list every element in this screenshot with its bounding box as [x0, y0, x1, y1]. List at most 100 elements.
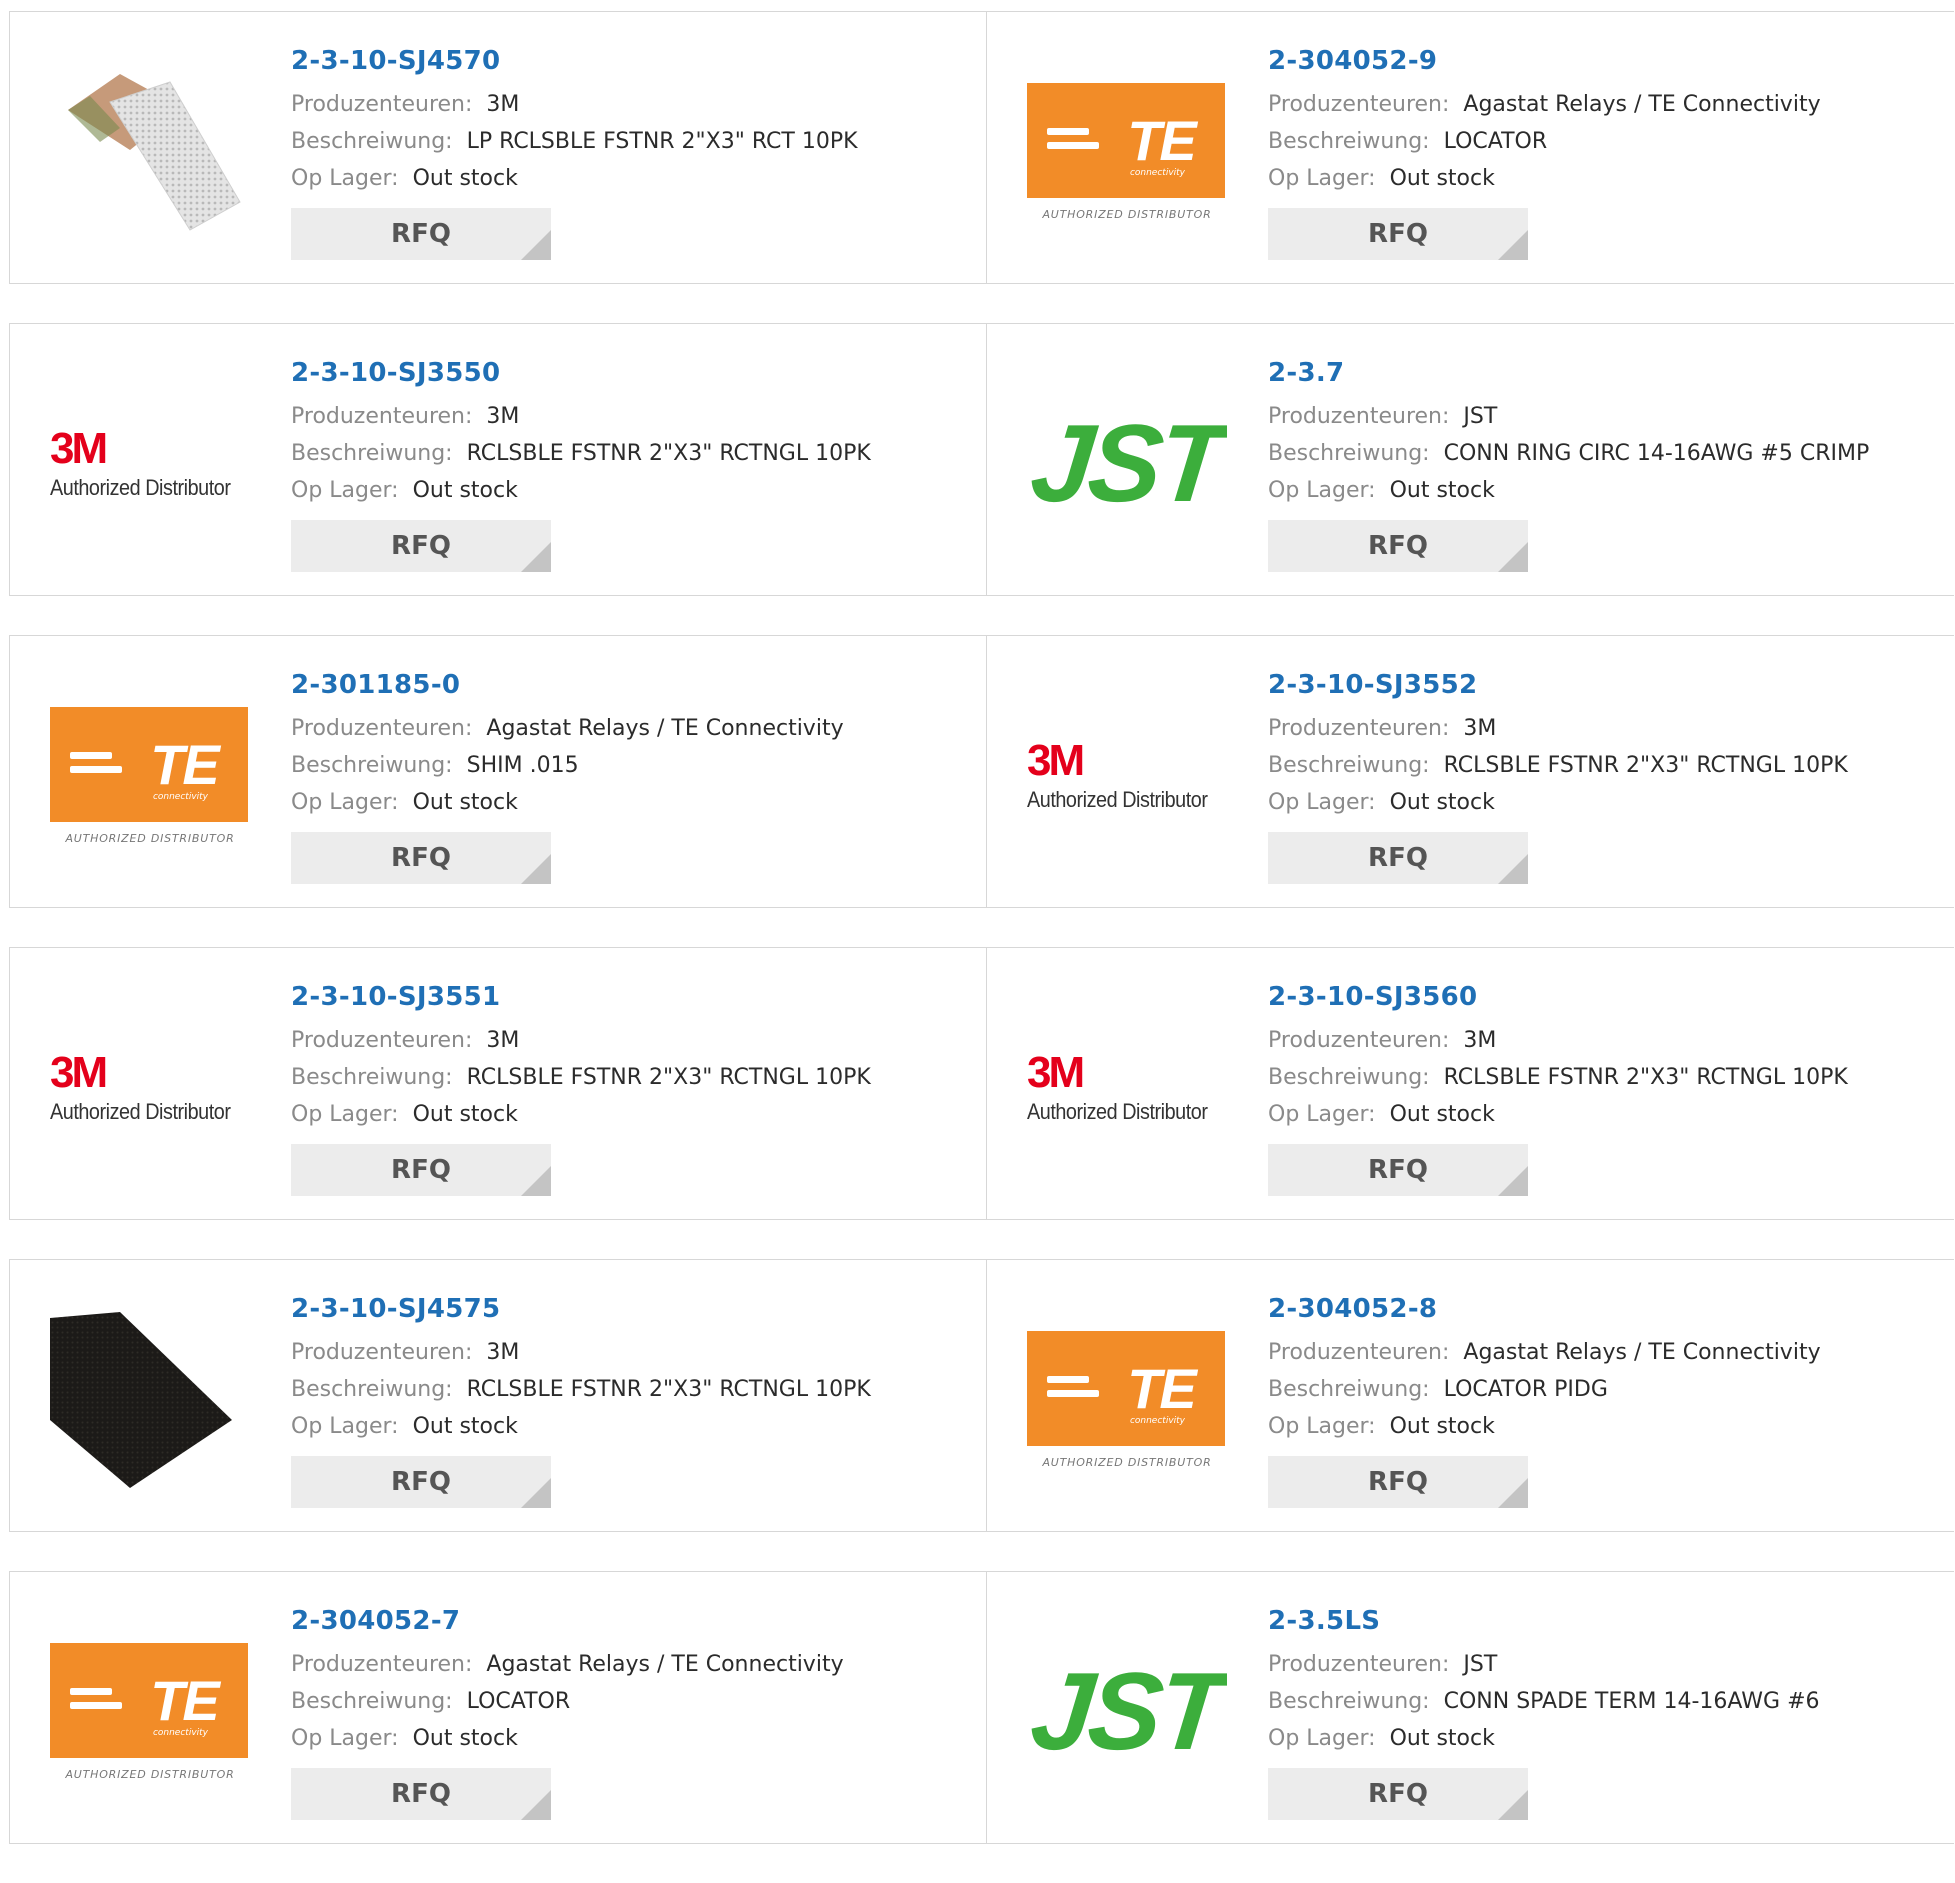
manufacturer-value: JST — [1463, 1652, 1498, 1677]
part-number-link[interactable]: 2-304052-7 — [291, 1604, 976, 1638]
rfq-button[interactable]: RFQ — [291, 520, 551, 572]
description-line: Beschreiwung: RCLSBLE FSTNR 2"X3" RCTNGL … — [291, 435, 976, 472]
rfq-corner-decoration — [521, 230, 551, 260]
description-label: Beschreiwung: — [291, 129, 453, 154]
product-info: 2-3-10-SJ3552 Produzenteuren: 3M Beschrei… — [1268, 668, 1944, 884]
description-label: Beschreiwung: — [1268, 441, 1430, 466]
manufacturer-line: Produzenteuren: Agastat Relays / TE Conne… — [1268, 1334, 1944, 1371]
stock-label: Op Lager: — [291, 1414, 399, 1439]
rfq-button[interactable]: RFQ — [1268, 1456, 1528, 1508]
description-label: Beschreiwung: — [291, 441, 453, 466]
description-value: CONN SPADE TERM 14-16AWG #6 — [1443, 1689, 1820, 1714]
te-logo-bars — [70, 752, 122, 780]
part-number-link[interactable]: 2-3.7 — [1268, 356, 1944, 390]
part-number-link[interactable]: 2-304052-9 — [1268, 44, 1944, 78]
part-number-link[interactable]: 2-301185-0 — [291, 668, 976, 702]
part-number-link[interactable]: 2-304052-8 — [1268, 1292, 1944, 1326]
te-logo-bars — [1047, 128, 1099, 156]
rfq-button[interactable]: RFQ — [291, 1144, 551, 1196]
part-number-link[interactable]: 2-3-10-SJ4575 — [291, 1292, 976, 1326]
product-row: 2-3-10-SJ4570 Produzenteuren: 3M Beschrei… — [9, 11, 1955, 284]
stock-value: Out stock — [412, 1102, 518, 1127]
rfq-label: RFQ — [391, 1779, 451, 1809]
product-card: JST 2-3.5LS Produzenteuren: JST Beschreiw… — [986, 1571, 1954, 1844]
product-card: 3M Authorized Distributor 2-3-10-SJ3552 … — [986, 635, 1954, 908]
rfq-button[interactable]: RFQ — [291, 1768, 551, 1820]
rfq-button[interactable]: RFQ — [1268, 208, 1528, 260]
product-image[interactable]: 3M Authorized Distributor — [1027, 998, 1227, 1178]
rfq-label: RFQ — [1368, 843, 1428, 873]
stock-label: Op Lager: — [291, 166, 399, 191]
part-number-link[interactable]: 2-3-10-SJ3551 — [291, 980, 976, 1014]
product-card: TE connectivity AUTHORIZED DISTRIBUTOR 2… — [9, 635, 987, 908]
manufacturer-label: Produzenteuren: — [291, 92, 473, 117]
product-info: 2-3-10-SJ3560 Produzenteuren: 3M Beschrei… — [1268, 980, 1944, 1196]
rfq-label: RFQ — [391, 1467, 451, 1497]
jst-logo: JST — [1027, 1650, 1227, 1773]
te-logo-box: TE connectivity — [1027, 83, 1225, 198]
description-line: Beschreiwung: RCLSBLE FSTNR 2"X3" RCTNGL … — [1268, 747, 1944, 784]
stock-label: Op Lager: — [1268, 1414, 1376, 1439]
product-image[interactable]: TE connectivity AUTHORIZED DISTRIBUTOR — [1027, 1310, 1227, 1490]
rfq-button[interactable]: RFQ — [1268, 1768, 1528, 1820]
product-image[interactable]: TE connectivity AUTHORIZED DISTRIBUTOR — [50, 1622, 250, 1802]
stock-line: Op Lager: Out stock — [291, 1408, 976, 1445]
te-logo-bars — [1047, 1376, 1099, 1404]
product-info: 2-3-10-SJ3550 Produzenteuren: 3M Beschrei… — [291, 356, 976, 572]
rfq-label: RFQ — [391, 843, 451, 873]
te-logo: TE connectivity AUTHORIZED DISTRIBUTOR — [50, 1643, 250, 1781]
stock-value: Out stock — [1389, 1726, 1495, 1751]
product-image[interactable] — [50, 1310, 250, 1490]
manufacturer-line: Produzenteuren: JST — [1268, 1646, 1944, 1683]
part-number-link[interactable]: 2-3-10-SJ4570 — [291, 44, 976, 78]
manufacturer-value: 3M — [1463, 1028, 1497, 1053]
description-line: Beschreiwung: LOCATOR — [1268, 123, 1944, 160]
stock-label: Op Lager: — [1268, 1102, 1376, 1127]
product-card: TE connectivity AUTHORIZED DISTRIBUTOR 2… — [9, 1571, 987, 1844]
manufacturer-value: Agastat Relays / TE Connectivity — [486, 1652, 844, 1677]
product-image[interactable]: 3M Authorized Distributor — [50, 998, 250, 1178]
rfq-button[interactable]: RFQ — [1268, 1144, 1528, 1196]
part-number-link[interactable]: 2-3-10-SJ3552 — [1268, 668, 1944, 702]
rfq-button[interactable]: RFQ — [1268, 520, 1528, 572]
product-image[interactable]: 3M Authorized Distributor — [50, 374, 250, 554]
stock-label: Op Lager: — [291, 1102, 399, 1127]
manufacturer-line: Produzenteuren: 3M — [1268, 710, 1944, 747]
description-value: CONN RING CIRC 14-16AWG #5 CRIMP — [1443, 441, 1870, 466]
3m-logo-mark: 3M — [1027, 736, 1085, 785]
product-image[interactable] — [50, 62, 250, 242]
description-line: Beschreiwung: LP RCLSBLE FSTNR 2"X3" RCT … — [291, 123, 976, 160]
description-line: Beschreiwung: CONN SPADE TERM 14-16AWG #6 — [1268, 1683, 1944, 1720]
manufacturer-line: Produzenteuren: 3M — [291, 398, 976, 435]
product-image[interactable]: JST — [1027, 1622, 1227, 1802]
te-logo-mark: TE — [1127, 1357, 1197, 1420]
rfq-label: RFQ — [1368, 1155, 1428, 1185]
rfq-corner-decoration — [1498, 542, 1528, 572]
te-logo-sub: connectivity — [1129, 1416, 1185, 1426]
rfq-label: RFQ — [1368, 219, 1428, 249]
stock-label: Op Lager: — [1268, 166, 1376, 191]
description-label: Beschreiwung: — [1268, 1377, 1430, 1402]
description-label: Beschreiwung: — [291, 1377, 453, 1402]
rfq-button[interactable]: RFQ — [291, 208, 551, 260]
manufacturer-value: 3M — [486, 404, 520, 429]
description-line: Beschreiwung: CONN RING CIRC 14-16AWG #5 … — [1268, 435, 1944, 472]
rfq-button[interactable]: RFQ — [291, 832, 551, 884]
part-number-link[interactable]: 2-3-10-SJ3550 — [291, 356, 976, 390]
rfq-corner-decoration — [521, 1790, 551, 1820]
rfq-button[interactable]: RFQ — [1268, 832, 1528, 884]
product-image[interactable]: TE connectivity AUTHORIZED DISTRIBUTOR — [50, 686, 250, 866]
product-image[interactable]: JST — [1027, 374, 1227, 554]
3m-logo-mark: 3M — [50, 424, 108, 473]
product-image[interactable]: 3M Authorized Distributor — [1027, 686, 1227, 866]
part-number-link[interactable]: 2-3.5LS — [1268, 1604, 1944, 1638]
part-number-link[interactable]: 2-3-10-SJ3560 — [1268, 980, 1944, 1014]
3m-logo: 3M Authorized Distributor — [1027, 739, 1227, 813]
3m-logo-caption: Authorized Distributor — [1027, 1099, 1208, 1124]
stock-line: Op Lager: Out stock — [291, 1720, 976, 1757]
manufacturer-label: Produzenteuren: — [1268, 404, 1450, 429]
rfq-button[interactable]: RFQ — [291, 1456, 551, 1508]
product-image[interactable]: TE connectivity AUTHORIZED DISTRIBUTOR — [1027, 62, 1227, 242]
te-logo-box: TE connectivity — [50, 1643, 248, 1758]
description-label: Beschreiwung: — [291, 1065, 453, 1090]
